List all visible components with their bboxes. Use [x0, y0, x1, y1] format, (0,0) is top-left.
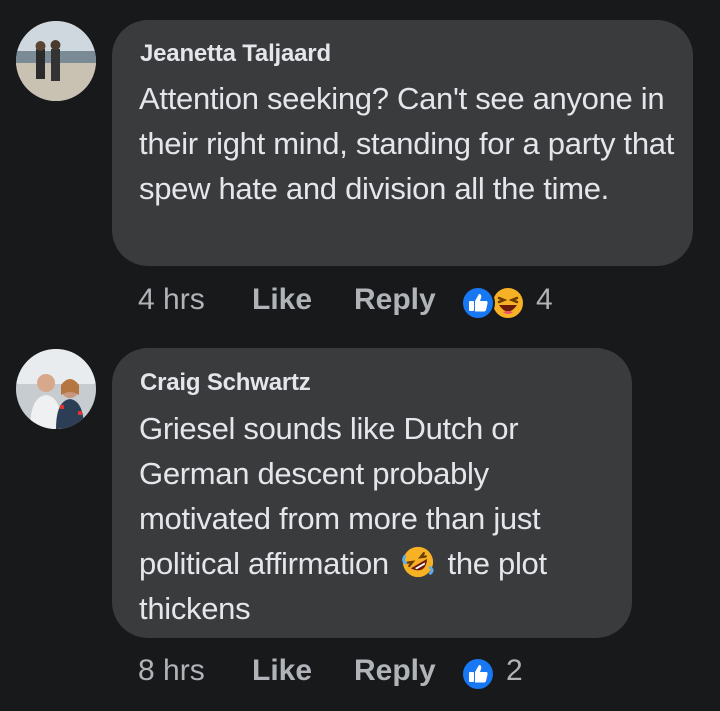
comment-bubble: Craig Schwartz Griesel sounds like Dutch…: [112, 348, 632, 638]
comment-item: Jeanetta Taljaard Attention seeking? Can…: [0, 0, 720, 340]
comment-actions: 8 hrs Like Reply 2: [138, 654, 618, 694]
reaction-count[interactable]: 4: [536, 283, 553, 317]
reply-button[interactable]: Reply: [354, 283, 436, 317]
reply-button[interactable]: Reply: [354, 654, 436, 688]
avatar[interactable]: [16, 21, 96, 101]
comment-timestamp[interactable]: 8 hrs: [138, 654, 205, 688]
like-icon: [461, 657, 495, 691]
like-button[interactable]: Like: [252, 283, 312, 317]
comment-author[interactable]: Jeanetta Taljaard: [140, 40, 331, 68]
like-icon: [461, 286, 495, 320]
comment-item: Craig Schwartz Griesel sounds like Dutch…: [0, 340, 720, 711]
comment-text: Griesel sounds like Dutch or German desc…: [139, 406, 614, 631]
avatar-photo-icon: [16, 21, 96, 101]
avatar-photo-icon: [16, 349, 96, 429]
rolling-on-floor-laughing-icon: [402, 546, 434, 578]
avatar[interactable]: [16, 349, 96, 429]
reaction-summary[interactable]: [460, 656, 500, 692]
like-button[interactable]: Like: [252, 654, 312, 688]
comment-text: Attention seeking? Can't see anyone in t…: [139, 81, 675, 206]
reaction-summary[interactable]: [460, 285, 530, 321]
comment-bubble: Jeanetta Taljaard Attention seeking? Can…: [112, 20, 693, 266]
comment-author[interactable]: Craig Schwartz: [140, 369, 311, 397]
comment-timestamp[interactable]: 4 hrs: [138, 283, 205, 317]
comment-actions: 4 hrs Like Reply 4: [138, 283, 618, 323]
reaction-count[interactable]: 2: [506, 654, 523, 688]
